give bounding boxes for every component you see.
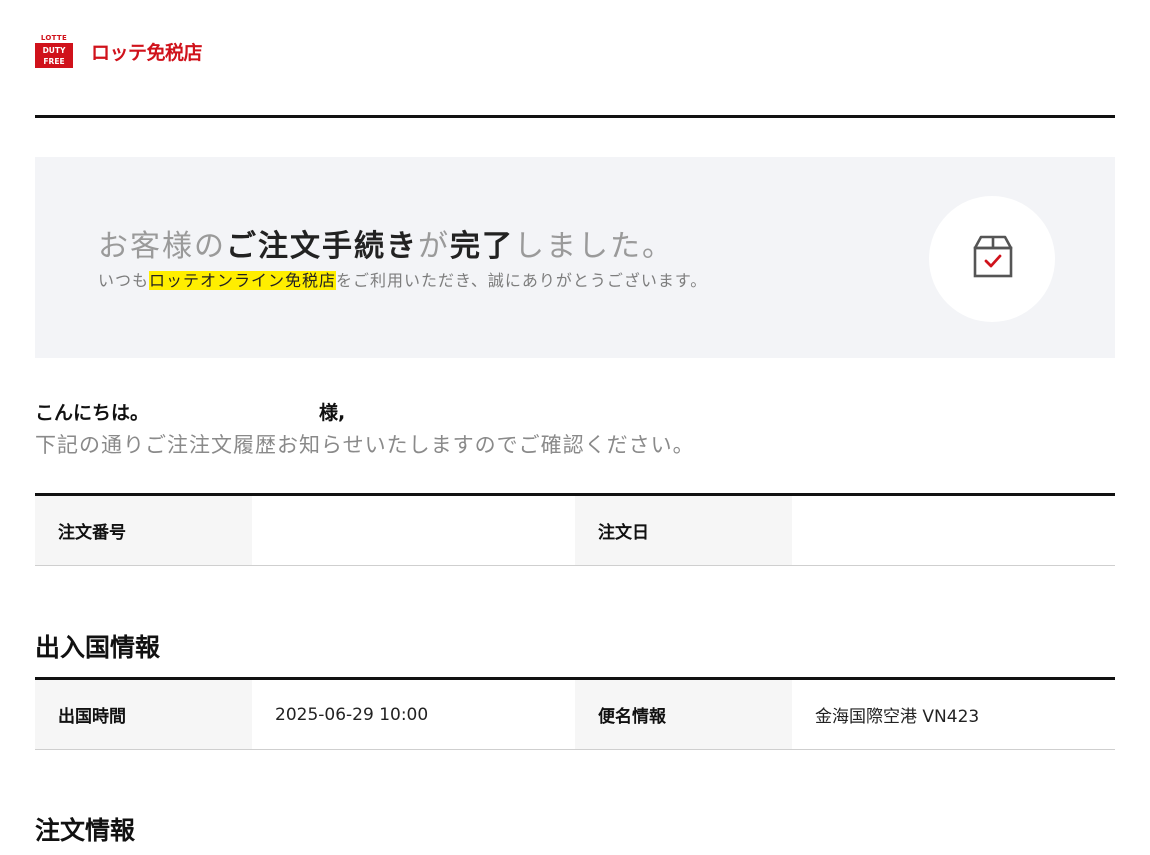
completion-subtitle: いつもロッテオンライン免税店をご利用いただき、誠にありがとうございます。 xyxy=(98,267,707,291)
order-number-label: 注文番号 xyxy=(35,496,252,565)
departure-section-title: 出入国情報 xyxy=(35,633,161,662)
greeting-hello: こんにちは。 xyxy=(35,402,150,424)
order-info-section-title: 注文情報 xyxy=(35,816,136,845)
box-check-icon-circle xyxy=(929,196,1055,322)
box-check-icon xyxy=(973,235,1013,278)
lotte-duty-free-logo[interactable]: LOTTE DUTY FREE ロッテ免税店 xyxy=(35,34,203,68)
order-number-value xyxy=(252,496,575,565)
order-summary-table: 注文番号 注文日 xyxy=(35,493,1115,566)
order-date-label: 注文日 xyxy=(575,496,792,565)
greeting-intro: 下記の通りご注注文履歴お知らせいたしますのでご確認ください。 xyxy=(35,433,695,457)
subtitle-before: いつも xyxy=(98,271,150,290)
title-part-1: お客様の xyxy=(98,229,226,264)
flight-info-value: 金海国際空港 VN423 xyxy=(815,707,980,727)
logo-free-text: FREE xyxy=(43,56,65,66)
flight-info-label: 便名情報 xyxy=(575,680,792,749)
title-bold-1: ご注文手続き xyxy=(226,229,418,264)
logo-mark: LOTTE DUTY FREE xyxy=(35,34,73,68)
departure-time-label: 出国時間 xyxy=(35,680,252,749)
departure-info-table: 出国時間 2025-06-29 10:00 便名情報 金海国際空港 VN423 xyxy=(35,677,1115,750)
title-part-2: が xyxy=(418,229,450,264)
header-divider xyxy=(35,115,1115,118)
title-bold-2: 完了 xyxy=(450,229,514,264)
completion-banner: お客様のご注文手続きが完了しました。 いつもロッテオンライン免税店をご利用いただ… xyxy=(35,157,1115,358)
greeting-line: こんにちは。 様, xyxy=(35,398,345,425)
greeting-honorific: 様, xyxy=(319,402,346,424)
subtitle-highlight: ロッテオンライン免税店 xyxy=(149,271,337,290)
order-confirmation-page: LOTTE DUTY FREE ロッテ免税店 お客様のご注文手続きが完了しました… xyxy=(0,0,1150,855)
logo-duty-text: DUTY xyxy=(42,45,66,55)
order-date-value xyxy=(792,496,1115,565)
departure-time-value: 2025-06-29 10:00 xyxy=(275,704,429,725)
subtitle-after: をご利用いただき、誠にありがとうございます。 xyxy=(336,271,708,290)
completion-title: お客様のご注文手続きが完了しました。 xyxy=(98,221,674,265)
title-part-3: しました。 xyxy=(514,229,674,264)
logo-brand-text: ロッテ免税店 xyxy=(91,41,203,64)
logo-lotte-text: LOTTE xyxy=(40,34,68,42)
logo-duty-free-box: DUTY FREE xyxy=(35,43,73,68)
